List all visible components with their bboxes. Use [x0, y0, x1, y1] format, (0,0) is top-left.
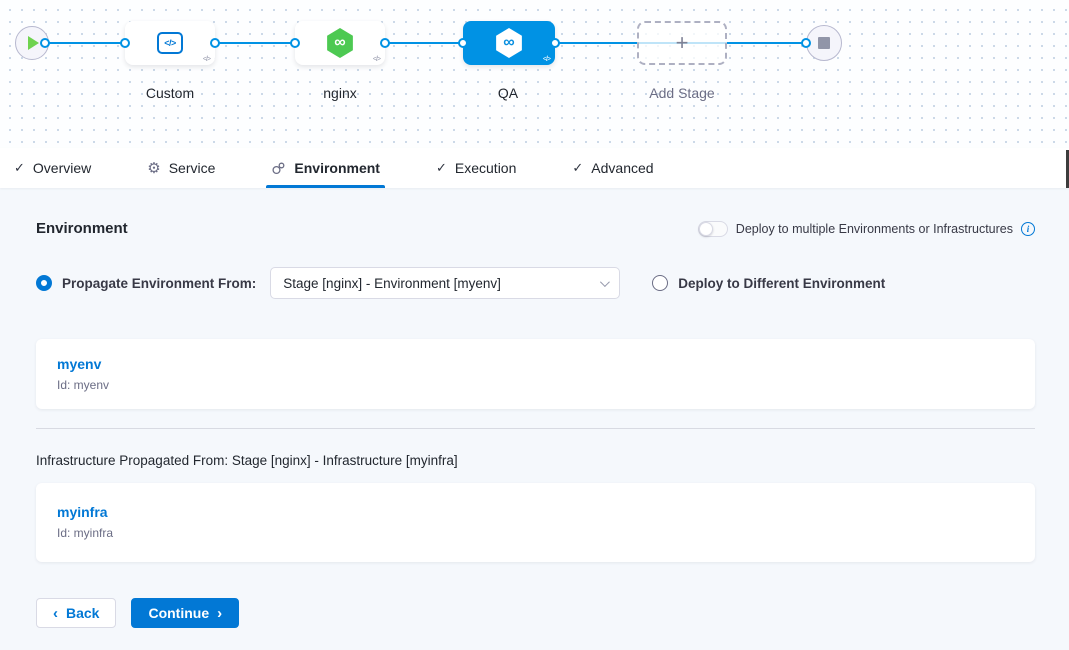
multi-environment-toggle[interactable]: [698, 221, 728, 237]
tab-service[interactable]: ⚙ Service: [147, 148, 215, 188]
yaml-code-icon[interactable]: </>: [373, 56, 380, 63]
environment-id: Id: myenv: [57, 378, 1014, 392]
connector-port[interactable]: [40, 38, 50, 48]
environment-icon: [271, 161, 286, 176]
stage-label-qa: QA: [448, 85, 568, 101]
check-icon: ✓: [436, 160, 447, 176]
connector-port[interactable]: [550, 38, 560, 48]
info-icon[interactable]: i: [1021, 222, 1035, 236]
chevron-right-icon: ›: [217, 606, 222, 621]
yaml-code-icon[interactable]: </>: [543, 56, 550, 63]
propagate-environment-label: Propagate Environment From:: [62, 276, 256, 291]
stage-node-qa-selected[interactable]: ∞ </>: [463, 21, 555, 65]
environment-card: myenv Id: myenv: [36, 339, 1035, 409]
infrastructure-name-link[interactable]: myinfra: [57, 504, 1014, 520]
infrastructure-id: Id: myinfra: [57, 526, 1014, 540]
plus-icon: +: [676, 32, 689, 54]
tab-label: Advanced: [591, 160, 653, 176]
propagate-environment-radio[interactable]: [36, 275, 52, 291]
stage-label-nginx: nginx: [280, 85, 400, 101]
different-environment-label: Deploy to Different Environment: [678, 276, 885, 291]
connector-port[interactable]: [290, 38, 300, 48]
stage-label-custom: Custom: [110, 85, 230, 101]
infrastructure-card: myinfra Id: myinfra: [36, 483, 1035, 562]
back-button[interactable]: ‹ Back: [36, 598, 116, 628]
add-stage-button[interactable]: +: [637, 21, 727, 65]
tab-label: Execution: [455, 160, 516, 176]
custom-stage-icon: </>: [157, 32, 183, 54]
deploy-stage-icon: ∞: [326, 28, 354, 58]
pipeline-end-node[interactable]: [806, 25, 842, 61]
connector-port[interactable]: [120, 38, 130, 48]
connector-port[interactable]: [210, 38, 220, 48]
tab-label: Overview: [33, 160, 91, 176]
play-icon: [28, 36, 39, 50]
stage-label-add-stage: Add Stage: [622, 85, 742, 101]
tab-environment[interactable]: Environment: [271, 148, 380, 188]
stop-icon: [818, 37, 830, 49]
environment-name-link[interactable]: myenv: [57, 356, 1014, 372]
environment-panel: Environment Deploy to multiple Environme…: [0, 188, 1069, 628]
connector-port[interactable]: [380, 38, 390, 48]
infrastructure-propagated-heading: Infrastructure Propagated From: Stage [n…: [36, 453, 1035, 468]
multi-environment-toggle-label: Deploy to multiple Environments or Infra…: [736, 222, 1013, 236]
section-divider: [36, 428, 1035, 429]
connector-port[interactable]: [458, 38, 468, 48]
pipeline-canvas: </> </> ∞ </> ∞ </> + Custom nginx QA Ad…: [0, 0, 1069, 148]
toggle-knob: [699, 222, 713, 236]
gear-icon: ⚙: [147, 159, 160, 177]
tab-execution[interactable]: ✓ Execution: [436, 148, 516, 188]
tab-label: Service: [169, 160, 216, 176]
different-environment-radio[interactable]: [652, 275, 668, 291]
chevron-down-icon: [600, 277, 610, 287]
stage-node-custom[interactable]: </> </>: [125, 21, 215, 65]
check-icon: ✓: [14, 160, 25, 176]
connector-port[interactable]: [801, 38, 811, 48]
stage-tabbar: ✓ Overview ⚙ Service Environment ✓ Execu…: [0, 148, 1069, 188]
tab-advanced[interactable]: ✓ Advanced: [572, 148, 653, 188]
yaml-code-icon[interactable]: </>: [203, 56, 210, 63]
tab-overview[interactable]: ✓ Overview: [14, 148, 91, 188]
propagate-environment-select[interactable]: Stage [nginx] - Environment [myenv]: [270, 267, 620, 299]
stage-node-nginx[interactable]: ∞ </>: [295, 21, 385, 65]
deploy-stage-icon: ∞: [495, 28, 523, 58]
environment-heading: Environment: [36, 220, 128, 237]
selected-environment-value: Stage [nginx] - Environment [myenv]: [283, 276, 501, 291]
check-icon: ✓: [572, 160, 583, 176]
tab-label: Environment: [294, 160, 380, 176]
continue-button[interactable]: Continue ›: [131, 598, 239, 628]
chevron-left-icon: ‹: [53, 606, 58, 621]
